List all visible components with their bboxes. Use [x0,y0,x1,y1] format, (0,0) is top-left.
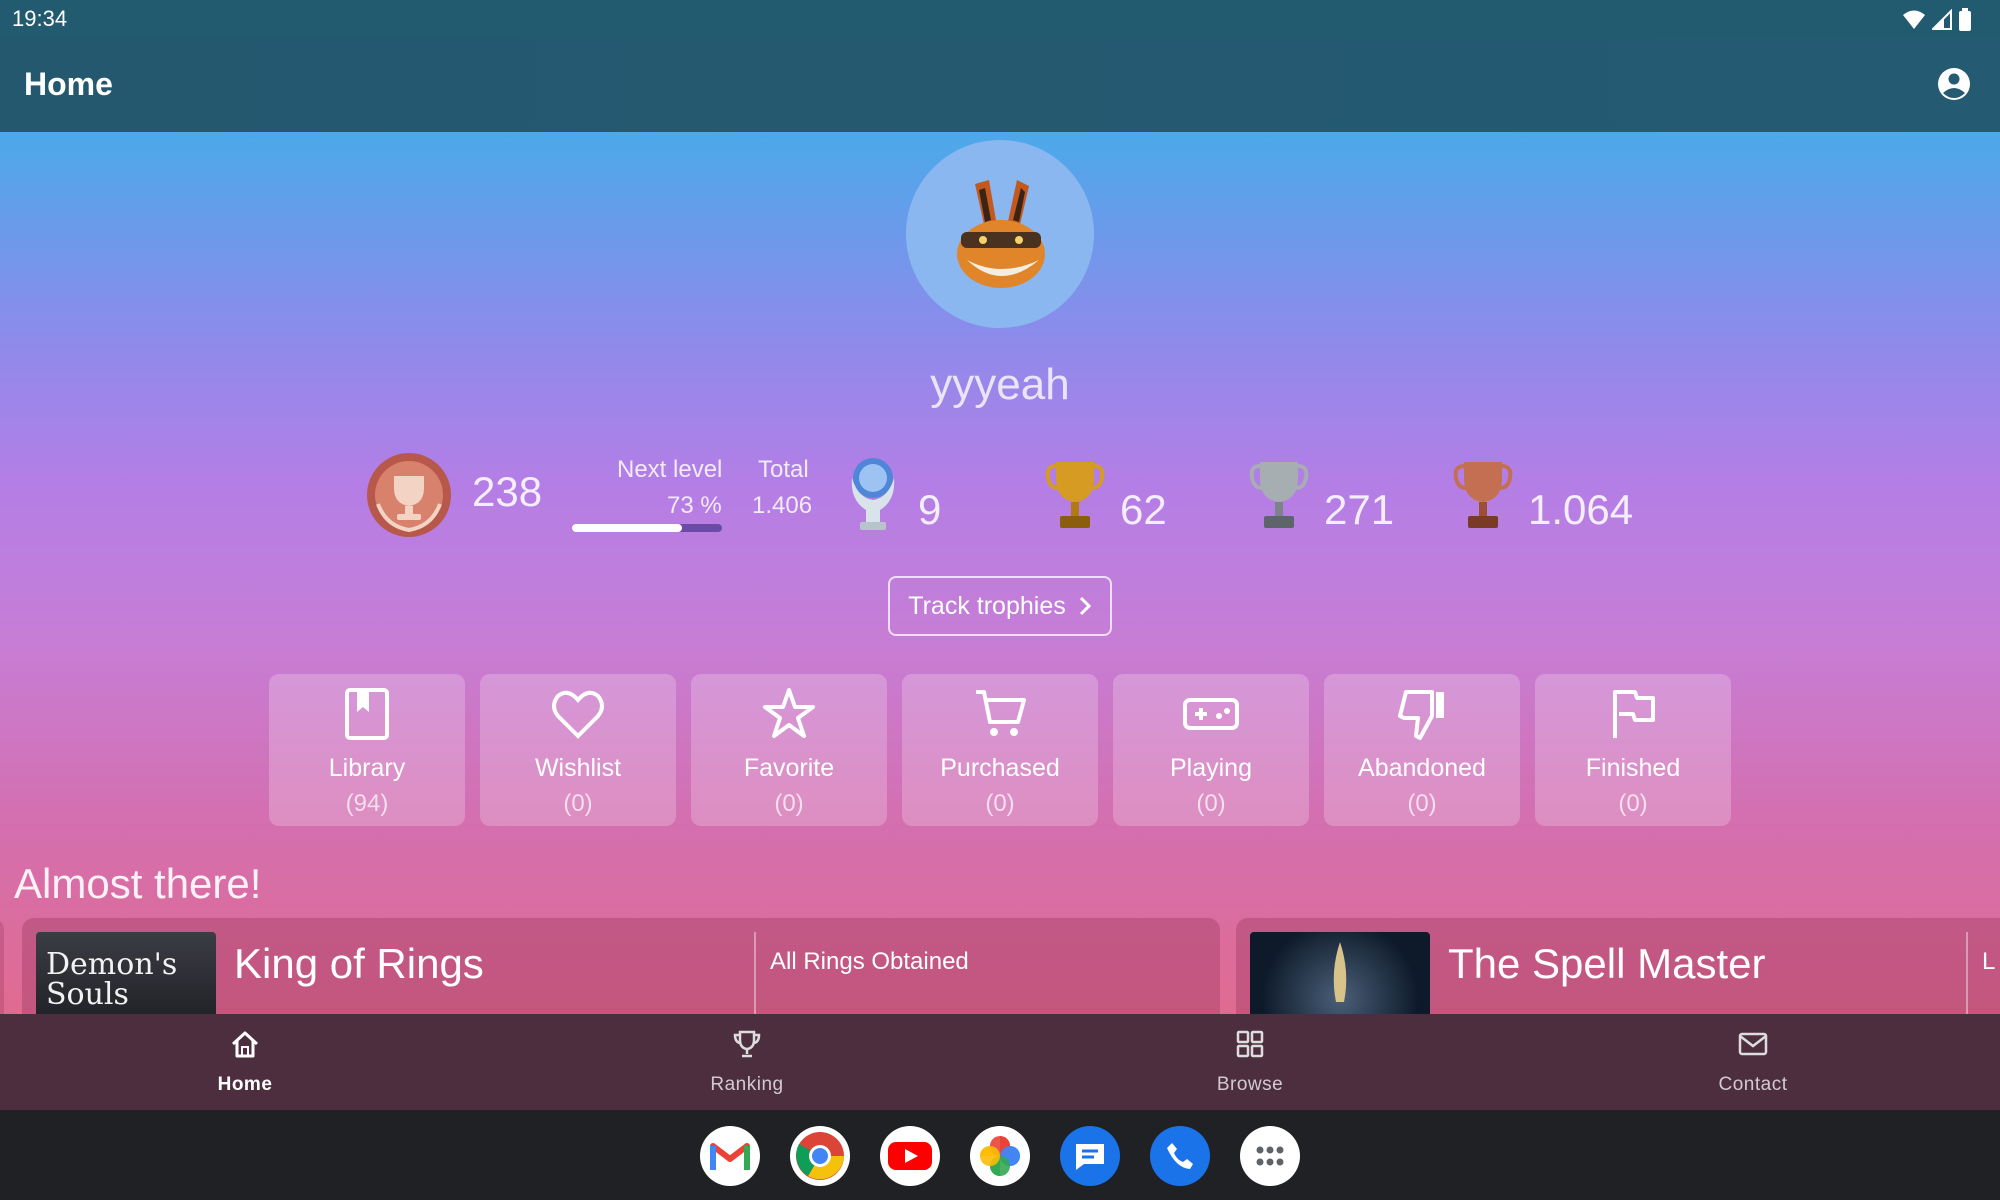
game-thumbnail-title: Demon's Souls [46,947,178,1012]
account-icon[interactable] [1934,64,1974,104]
game-thumbnail: Demon's Souls [36,932,216,1014]
chevron-right-icon [1079,596,1091,616]
gmail-icon[interactable] [700,1126,760,1186]
category-count: (0) [1407,790,1437,817]
spell-crystal-image [1333,942,1347,1002]
category-favorite[interactable]: Favorite (0) [691,674,887,826]
trophy-title: The Spell Master [1448,940,1766,987]
messages-icon[interactable] [1060,1126,1120,1186]
category-playing[interactable]: Playing (0) [1113,674,1309,826]
category-label: Wishlist [534,754,622,782]
category-label: Abandoned [1358,754,1486,782]
category-label: Finished [1585,754,1681,782]
system-dock [0,1110,2000,1200]
grid-icon [1236,1030,1264,1058]
status-icons [1902,8,1972,32]
track-trophies-label: Track trophies [908,591,1066,620]
track-trophies-button[interactable]: Track trophies [888,576,1112,636]
game-card-partial[interactable] [0,918,4,1014]
category-count: (0) [985,790,1015,817]
category-label: Favorite [743,754,835,782]
nav-home[interactable]: Home [145,1014,345,1110]
total-value: 1.406 [752,492,813,519]
category-finished[interactable]: Finished (0) [1535,674,1731,826]
avatar-image [957,180,1045,288]
silver-count: 271 [1324,486,1395,533]
category-wishlist[interactable]: Wishlist (0) [480,674,676,826]
app-bar: Home [0,38,2000,132]
flag-icon [1613,690,1655,738]
signal-icon [1932,9,1952,30]
trophy-description: All Rings Obtained [770,948,969,975]
gold-trophy-icon [1045,462,1105,528]
level-value: 238 [472,468,543,515]
phone-icon[interactable] [1150,1126,1210,1186]
category-label: Purchased [940,754,1060,782]
cart-icon [976,690,1026,736]
divider [754,932,756,1014]
status-time: 19:34 [12,6,68,31]
photos-icon[interactable] [970,1126,1030,1186]
next-level-progress [572,524,722,532]
next-level-percent: 73 % [667,492,722,519]
category-abandoned[interactable]: Abandoned (0) [1324,674,1520,826]
bookmark-icon [345,688,389,740]
category-library[interactable]: Library (94) [269,674,465,826]
page-title: Home [24,66,113,102]
nav-label: Browse [1216,1074,1284,1095]
thumbs-down-icon [1398,690,1444,740]
platinum-trophy-icon [851,458,895,530]
divider [1966,932,1968,1014]
trophy-description: L [1982,948,1996,975]
category-count: (0) [1618,790,1648,817]
username: yyyeah [930,360,1070,409]
platinum-count: 9 [918,486,942,533]
heart-icon [552,690,604,739]
category-label: Library [328,754,406,782]
silver-trophy-icon [1249,462,1309,528]
home-icon [231,1031,259,1058]
star-icon [763,688,815,738]
game-card[interactable]: The Spell Master L [1236,918,2000,1014]
category-count: (94) [345,790,389,817]
mail-icon [1738,1032,1768,1056]
next-level-progress-fill [572,524,682,532]
trophy-title: King of Rings [234,940,484,987]
nav-contact[interactable]: Contact [1653,1014,1853,1110]
total-label: Total [758,456,809,483]
nav-label: Ranking [710,1074,784,1095]
next-level-label: Next level [617,456,723,483]
nav-browse[interactable]: Browse [1150,1014,1350,1110]
level-badge-icon [367,453,451,537]
bronze-trophy-icon [1453,462,1513,528]
nav-label: Contact [1718,1074,1788,1095]
category-count: (0) [1196,790,1226,817]
bronze-count: 1.064 [1528,486,1634,533]
youtube-icon[interactable] [880,1126,940,1186]
bottom-navigation: Home Ranking Browse Contact [0,1014,2000,1110]
battery-icon [1959,8,1971,31]
game-card[interactable]: Demon's Souls King of Rings All Rings Ob… [22,918,1220,1014]
chrome-icon[interactable] [790,1126,850,1186]
wifi-icon [1903,10,1925,29]
status-bar: 19:34 [0,0,2000,38]
category-count: (0) [563,790,593,817]
category-label: Playing [1170,754,1252,782]
trophy-icon [733,1030,761,1058]
nav-ranking[interactable]: Ranking [647,1014,847,1110]
category-count: (0) [774,790,804,817]
gold-count: 62 [1120,486,1167,533]
almost-there-heading: Almost there! [14,860,262,907]
category-purchased[interactable]: Purchased (0) [902,674,1098,826]
app-drawer-icon[interactable] [1240,1126,1300,1186]
nav-label: Home [217,1074,273,1095]
home-content[interactable]: yyyeah 238 Next level 73 % Total 1.406 9… [0,132,2000,1014]
game-thumbnail [1250,932,1430,1014]
gamepad-icon [1183,698,1239,730]
avatar[interactable] [906,140,1094,328]
